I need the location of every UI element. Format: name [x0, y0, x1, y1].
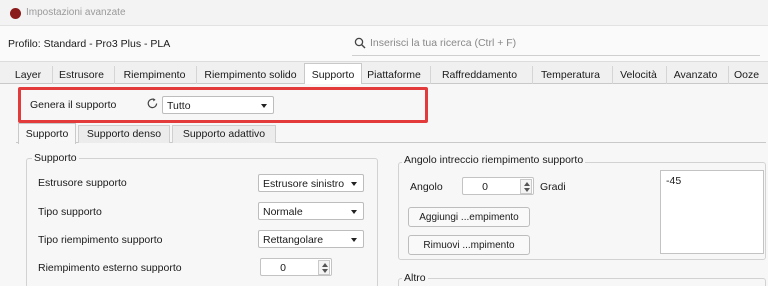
chevron-down-icon	[351, 238, 357, 242]
angle-label: Angolo	[410, 181, 443, 193]
spin-up-icon[interactable]	[322, 263, 328, 267]
chevron-down-icon	[351, 182, 357, 186]
support-infill-type-value: Rettangolare	[263, 234, 324, 246]
reset-icon[interactable]	[146, 97, 159, 110]
tab-riempimento-solido[interactable]: Riempimento solido	[196, 66, 304, 84]
support-subtabbar: Supporto Supporto denso Supporto adattiv…	[16, 123, 766, 144]
chevron-down-icon	[261, 104, 267, 108]
search-input[interactable]	[370, 35, 758, 51]
support-group-title: Supporto	[32, 152, 79, 164]
spin-down-icon[interactable]	[322, 269, 328, 273]
spin-up-icon[interactable]	[524, 182, 530, 186]
subtab-supporto-denso[interactable]: Supporto denso	[78, 125, 170, 143]
tab-temperatura[interactable]: Temperatura	[532, 66, 608, 84]
generate-support-label: Genera il supporto	[30, 99, 117, 111]
other-group	[398, 278, 766, 286]
subtab-supporto-adattivo[interactable]: Supporto adattivo	[172, 125, 276, 143]
search-icon	[354, 37, 366, 49]
outer-infill-spinbox[interactable]: 0	[260, 258, 332, 276]
profile-bar: Profilo: Standard - Pro3 Plus - PLA	[0, 26, 768, 62]
tab-riempimento[interactable]: Riempimento	[114, 66, 194, 84]
outer-infill-label: Riempimento esterno supporto	[38, 262, 182, 274]
main-tabbar: Layer Estrusore Riempimento Riempimento …	[0, 62, 768, 85]
other-group-title: Altro	[402, 272, 428, 284]
extruder-support-label: Estrusore supporto	[38, 177, 127, 189]
support-type-select[interactable]: Normale	[258, 202, 364, 220]
generate-support-select[interactable]: Tutto	[162, 96, 274, 114]
tab-velocita[interactable]: Velocità	[612, 66, 664, 84]
spin-down-icon[interactable]	[524, 188, 530, 192]
angle-listbox[interactable]: -45	[660, 170, 764, 254]
tab-raffreddamento[interactable]: Raffreddamento	[430, 66, 528, 84]
tab-layer[interactable]: Layer	[8, 66, 48, 84]
tab-supporto[interactable]: Supporto	[304, 63, 362, 85]
tab-estrusore[interactable]: Estrusore	[52, 66, 110, 84]
extruder-support-select[interactable]: Estrusore sinistro	[258, 174, 364, 192]
subtab-supporto[interactable]: Supporto	[18, 123, 76, 144]
angle-group-title: Angolo intreccio riempimento supporto	[402, 154, 586, 166]
generate-support-value: Tutto	[167, 100, 191, 112]
support-infill-type-select[interactable]: Rettangolare	[258, 230, 364, 248]
angle-value: 0	[482, 181, 488, 193]
list-item[interactable]: -45	[666, 175, 681, 187]
app-icon	[10, 8, 21, 19]
support-infill-type-label: Tipo riempimento supporto	[38, 234, 163, 246]
add-angle-button[interactable]: Aggiungi ...empimento	[408, 207, 530, 227]
support-type-value: Normale	[263, 206, 303, 218]
tab-avanzato[interactable]: Avanzato	[666, 66, 724, 84]
support-type-label: Tipo supporto	[38, 206, 102, 218]
outer-infill-value: 0	[280, 262, 286, 274]
search-underline	[352, 55, 760, 56]
tab-ooze[interactable]: Ooze	[728, 66, 764, 84]
window-title: Impostazioni avanzate	[26, 7, 126, 18]
title-bar: Impostazioni avanzate	[0, 0, 768, 26]
angle-spinbox[interactable]: 0	[462, 177, 534, 195]
remove-angle-button[interactable]: Rimuovi ...mpimento	[408, 235, 530, 255]
spin-buttons[interactable]	[318, 260, 330, 275]
tab-piattaforme[interactable]: Piattaforme	[362, 66, 426, 84]
profile-label: Profilo: Standard - Pro3 Plus - PLA	[8, 38, 171, 50]
extruder-support-value: Estrusore sinistro	[263, 178, 345, 190]
chevron-down-icon	[351, 210, 357, 214]
spin-buttons[interactable]	[520, 179, 532, 194]
angle-unit-label: Gradi	[540, 181, 566, 193]
